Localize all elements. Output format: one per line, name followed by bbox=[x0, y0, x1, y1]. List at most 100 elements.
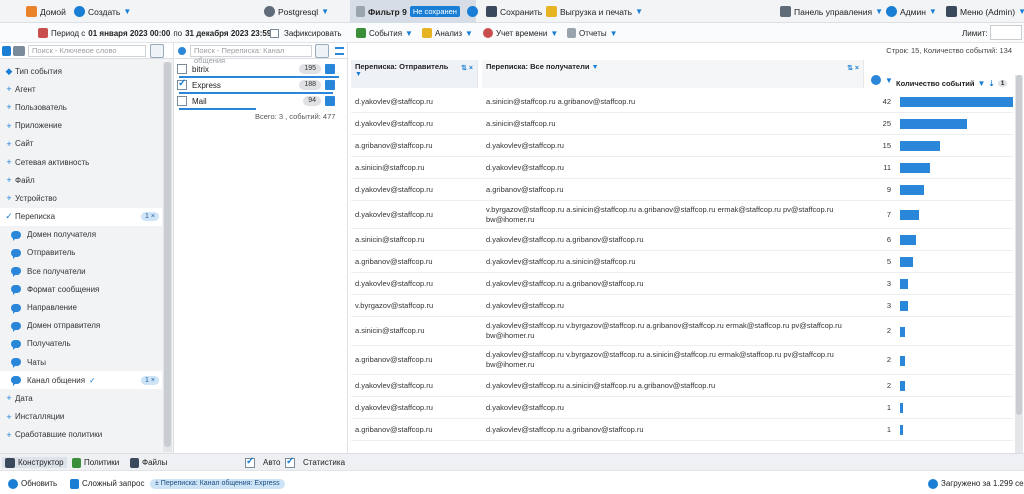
channel-item[interactable]: bitrix 195 bbox=[175, 62, 343, 76]
check-icon[interactable]: ✓ bbox=[3, 211, 15, 222]
add-column-icon[interactable] bbox=[871, 75, 881, 85]
table-icon[interactable] bbox=[325, 80, 335, 90]
checkbox[interactable] bbox=[177, 78, 187, 90]
category-item[interactable]: ◆ Тип события bbox=[0, 62, 162, 80]
table-row[interactable]: a.sinicin@staffcop.ru d.yakovlev@staffcop… bbox=[351, 317, 1013, 346]
home-button[interactable]: Домой bbox=[26, 5, 66, 18]
category-item[interactable]: Канал общения ✓ 1 × bbox=[0, 371, 162, 390]
checkbox[interactable] bbox=[177, 96, 187, 106]
period-selector[interactable]: Период с 01 января 2023 00:00 по 31 дека… bbox=[38, 27, 271, 39]
checkbox[interactable] bbox=[177, 64, 187, 74]
table-row[interactable]: d.yakovlev@staffcop.ru d.yakovlev@staffco… bbox=[351, 397, 1013, 419]
category-search-input[interactable]: Поиск - Ключевое слово bbox=[28, 45, 146, 57]
chevron-down-icon[interactable]: ▼ bbox=[355, 71, 473, 78]
table-row[interactable]: a.gribanov@staffcop.ru d.yakovlev@staffco… bbox=[351, 251, 1013, 273]
plus-icon[interactable]: + bbox=[3, 157, 15, 167]
chevron-down-icon[interactable]: ▼ bbox=[885, 76, 893, 85]
table-row[interactable]: d.yakovlev@staffcop.ru a.sinicin@staffcop… bbox=[351, 91, 1013, 113]
plus-icon[interactable]: + bbox=[3, 430, 15, 440]
create-button[interactable]: Создать ▼ bbox=[74, 5, 131, 18]
checkbox[interactable] bbox=[285, 456, 295, 468]
category-item[interactable]: + Дата bbox=[0, 389, 162, 407]
category-item[interactable]: + Приложение bbox=[0, 117, 162, 135]
export-button[interactable]: Выгрузка и печать ▼ bbox=[546, 5, 643, 18]
count-badge[interactable]: 1 × bbox=[141, 212, 159, 222]
table-icon[interactable] bbox=[325, 96, 335, 106]
admin-menu[interactable]: Админ ▼ bbox=[886, 5, 937, 18]
category-item[interactable]: Чаты bbox=[0, 353, 162, 371]
table-row[interactable]: d.yakovlev@staffcop.ru v.byrgazov@staffco… bbox=[351, 201, 1013, 229]
channel-item[interactable]: Express 188 bbox=[175, 78, 343, 92]
plus-icon[interactable]: + bbox=[3, 102, 15, 112]
plus-icon[interactable]: + bbox=[3, 139, 15, 149]
chevron-down-icon[interactable]: ▼ bbox=[977, 79, 985, 88]
plus-icon[interactable]: + bbox=[3, 84, 15, 94]
scrollbar-thumb[interactable] bbox=[1016, 75, 1022, 415]
category-item[interactable]: ✓ Переписка 1 × bbox=[0, 207, 162, 226]
plus-icon[interactable]: + bbox=[3, 175, 15, 185]
tab-policies[interactable]: Политики bbox=[72, 457, 119, 468]
category-item[interactable]: Домен получателя bbox=[0, 226, 162, 244]
category-item[interactable]: Все получатели bbox=[0, 262, 162, 280]
limit-input[interactable] bbox=[990, 25, 1022, 40]
type-icon[interactable]: ◆ bbox=[3, 66, 15, 77]
category-item[interactable]: Направление bbox=[0, 298, 162, 316]
main-menu[interactable]: Меню (Admin) ▼ bbox=[946, 5, 1024, 18]
category-item[interactable]: + Файл bbox=[0, 171, 162, 189]
sort-icon[interactable]: ⇅ × bbox=[847, 64, 859, 72]
category-item[interactable]: + Сайт bbox=[0, 135, 162, 153]
tab-filter-label[interactable]: Фильтр 9 Не сохранен bbox=[356, 5, 478, 18]
fix-period-checkbox[interactable]: Зафиксировать bbox=[270, 27, 342, 39]
table-row[interactable]: d.yakovlev@staffcop.ru a.sinicin@staffcop… bbox=[351, 113, 1013, 135]
filter-icon[interactable] bbox=[2, 46, 11, 56]
plus-icon[interactable]: + bbox=[3, 393, 15, 403]
table-row[interactable]: a.gribanov@staffcop.ru d.yakovlev@staffco… bbox=[351, 135, 1013, 157]
plus-icon[interactable]: + bbox=[3, 412, 15, 422]
time-tracking-menu[interactable]: Учет времени ▼ bbox=[483, 27, 558, 39]
scrollbar-thumb[interactable] bbox=[164, 62, 171, 447]
plus-icon[interactable]: + bbox=[3, 121, 15, 131]
category-item[interactable]: + Агент bbox=[0, 80, 162, 98]
category-item[interactable]: Формат сообщения bbox=[0, 280, 162, 298]
col-recipients-header[interactable]: Переписка: Все получатели ▼ ⇅ × bbox=[482, 60, 864, 88]
auto-checkbox[interactable]: Авто bbox=[245, 456, 280, 468]
sort-icon[interactable]: ⇅ × bbox=[461, 64, 473, 72]
table-row[interactable]: v.byrgazov@staffcop.ru d.yakovlev@staffco… bbox=[351, 295, 1013, 317]
complex-query-button[interactable]: Сложный запрос bbox=[70, 478, 144, 489]
reports-menu[interactable]: Отчеты ▼ bbox=[567, 27, 618, 39]
table-row[interactable]: d.yakovlev@staffcop.ru a.gribanov@staffco… bbox=[351, 179, 1013, 201]
count-badge[interactable]: 1 × bbox=[141, 375, 159, 385]
gear-icon[interactable] bbox=[466, 6, 478, 17]
checkbox[interactable] bbox=[245, 456, 255, 468]
table-row[interactable]: a.sinicin@staffcop.ru d.yakovlev@staffcop… bbox=[351, 157, 1013, 179]
chevron-down-icon[interactable]: ▼ bbox=[592, 64, 599, 71]
db-selector[interactable]: Postgresql ▼ bbox=[264, 5, 329, 18]
active-filter-chip[interactable]: ± Переписка: Канал общения: Express bbox=[150, 478, 285, 489]
category-item[interactable]: + Сетевая активность bbox=[0, 153, 162, 171]
col-events-header[interactable]: Количество событий ▼ ⇣ 1 bbox=[896, 76, 1013, 91]
channel-item[interactable]: Mail 94 bbox=[175, 94, 343, 108]
dashboard-menu[interactable]: Панель управления ▼ bbox=[780, 5, 883, 18]
channel-search-input[interactable]: Поиск - Переписка: Канал общения bbox=[190, 45, 312, 65]
tab-constructor[interactable]: Конструктор bbox=[2, 457, 67, 468]
category-item[interactable]: + Пользователь bbox=[0, 98, 162, 116]
scrollbar[interactable] bbox=[1015, 75, 1023, 453]
tab-files[interactable]: Файлы bbox=[130, 457, 167, 468]
at-icon[interactable] bbox=[13, 46, 25, 56]
table-row[interactable]: a.sinicin@staffcop.ru d.yakovlev@staffcop… bbox=[351, 229, 1013, 251]
search-icon[interactable] bbox=[315, 44, 329, 58]
scrollbar[interactable] bbox=[163, 62, 172, 452]
table-row[interactable]: a.gribanov@staffcop.ru d.yakovlev@staffco… bbox=[351, 346, 1013, 375]
table-row[interactable]: a.gribanov@staffcop.ru d.yakovlev@staffco… bbox=[351, 419, 1013, 441]
category-item[interactable]: Домен отправителя bbox=[0, 317, 162, 335]
category-item[interactable]: + Сработавшие политики bbox=[0, 426, 162, 444]
table-icon[interactable] bbox=[325, 64, 335, 74]
category-item[interactable]: + Устройство bbox=[0, 189, 162, 207]
stats-checkbox[interactable]: Статистика bbox=[285, 456, 345, 468]
refresh-button[interactable]: Обновить bbox=[8, 478, 57, 489]
search-icon[interactable] bbox=[150, 44, 164, 58]
category-item[interactable]: + Инсталляции bbox=[0, 408, 162, 426]
save-button[interactable]: Сохранить bbox=[486, 5, 542, 18]
checkbox[interactable] bbox=[270, 28, 279, 38]
sort-desc-icon[interactable]: ⇣ bbox=[988, 79, 994, 88]
